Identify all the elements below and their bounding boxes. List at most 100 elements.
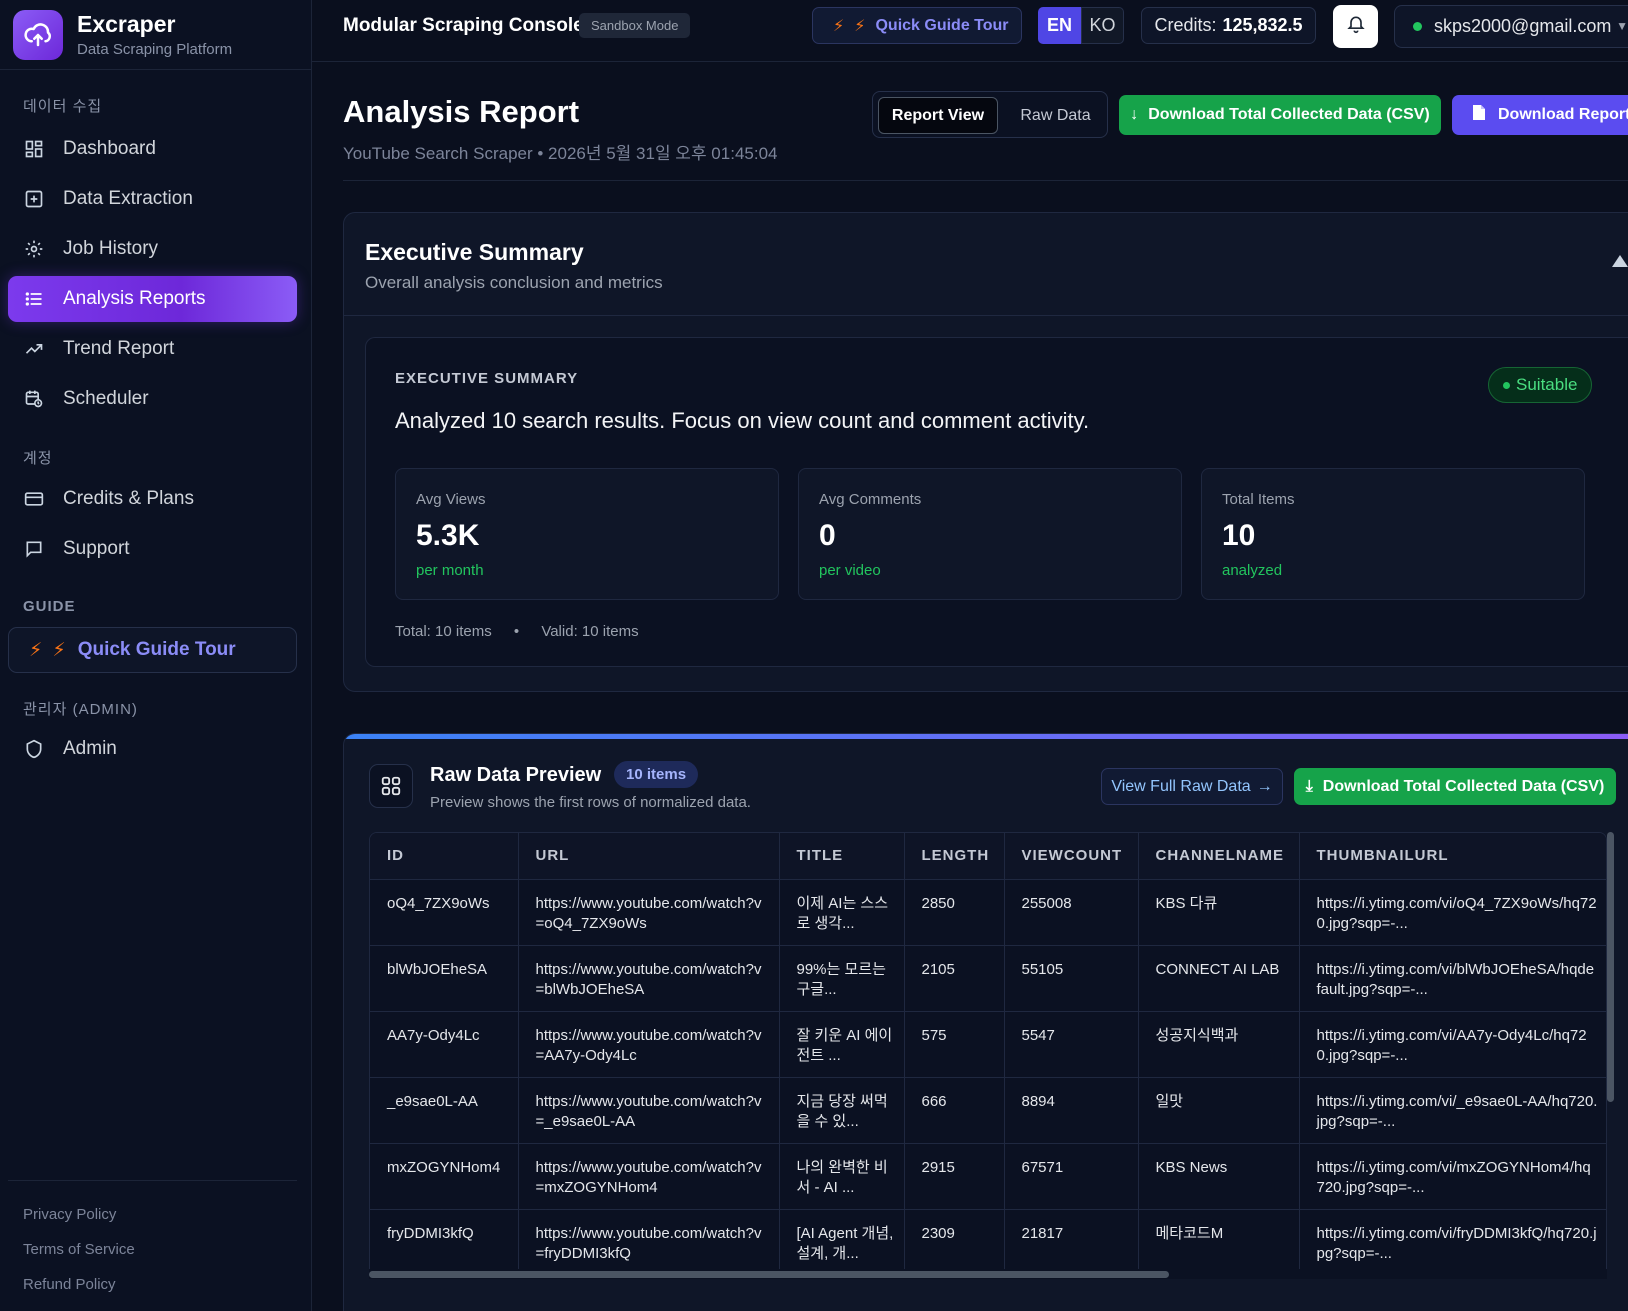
cell-length: 2309	[904, 1209, 1005, 1276]
cell-thumbnailurl[interactable]: https://i.ytimg.com/vi/oQ4_7ZX9oWs/hq720…	[1299, 879, 1606, 946]
section-label-data: 데이터 수집	[23, 98, 103, 115]
lang-en-button[interactable]: EN	[1038, 7, 1081, 44]
cell-title: 나의 완벽한 비서 - AI ...	[779, 1143, 905, 1210]
collapse-icon[interactable]	[1612, 255, 1628, 267]
cell-id: oQ4_7ZX9oWs	[370, 879, 519, 946]
report-view-tab[interactable]: Report View	[878, 97, 998, 134]
raw-download-csv-button[interactable]: ⤓ Download Total Collected Data (CSV)	[1294, 768, 1616, 805]
lang-ko-button[interactable]: KO	[1081, 7, 1124, 44]
sidebar-item-support[interactable]: Support	[8, 526, 297, 572]
cell-id: AA7y-Ody4Lc	[370, 1011, 519, 1078]
table-row: mxZOGYNHom4 https://www.youtube.com/watc…	[370, 1143, 1606, 1210]
cell-url[interactable]: https://www.youtube.com/watch?v=AA7y-Ody…	[518, 1011, 780, 1078]
summary-footer: Total: 10 items • Valid: 10 items	[395, 623, 639, 640]
cell-url[interactable]: https://www.youtube.com/watch?v=_e9sae0L…	[518, 1077, 780, 1144]
cell-channelname: KBS 다큐	[1138, 879, 1300, 946]
executive-summary-label: EXECUTIVE SUMMARY	[395, 370, 579, 387]
download-csv-label: Download Total Collected Data (CSV)	[1148, 106, 1430, 123]
online-status-dot	[1413, 22, 1422, 31]
status-badge-label: Suitable	[1516, 375, 1578, 394]
sidebar-item-dashboard[interactable]: Dashboard	[8, 126, 297, 172]
view-full-label: View Full Raw Data	[1111, 777, 1251, 795]
download-icon: ⤓	[1305, 777, 1313, 795]
cell-length: 2850	[904, 879, 1005, 946]
sidebar-quick-guide-button[interactable]: ⚡︎ ⚡︎ Quick Guide Tour	[8, 627, 297, 673]
cell-thumbnailurl[interactable]: https://i.ytimg.com/vi/_e9sae0L-AA/hq720…	[1299, 1077, 1606, 1144]
column-header-thumbnailurl[interactable]: THUMBNAILURL	[1299, 833, 1606, 880]
cell-title: [AI Agent 개념, 설계, 개...	[779, 1209, 905, 1276]
sidebar-item-label: Support	[63, 538, 130, 559]
vertical-scrollbar[interactable]	[1607, 832, 1614, 1102]
cell-id: blWbJOEheSA	[370, 945, 519, 1012]
sidebar-item-analysis-reports[interactable]: Analysis Reports	[8, 276, 297, 322]
page-subtitle: YouTube Search Scraper • 2026년 5월 31일 오후…	[343, 144, 778, 163]
notification-button[interactable]	[1333, 5, 1378, 48]
cell-channelname: KBS News	[1138, 1143, 1300, 1210]
cell-url[interactable]: https://www.youtube.com/watch?v=oQ4_7ZX9…	[518, 879, 780, 946]
sidebar-item-job-history[interactable]: Job History	[8, 226, 297, 272]
cell-thumbnailurl[interactable]: https://i.ytimg.com/vi/fryDDMI3kfQ/hq720…	[1299, 1209, 1606, 1276]
section-label-admin: 관리자 (ADMIN)	[23, 701, 138, 718]
cell-viewcount: 255008	[1004, 879, 1139, 946]
column-header-viewcount[interactable]: VIEWCOUNT	[1004, 833, 1139, 880]
cell-url[interactable]: https://www.youtube.com/watch?v=blWbJOEh…	[518, 945, 780, 1012]
column-header-url[interactable]: URL	[518, 833, 780, 880]
table-row: _e9sae0L-AA https://www.youtube.com/watc…	[370, 1077, 1606, 1144]
privacy-policy-link[interactable]: Privacy Policy	[23, 1206, 116, 1223]
document-icon	[1472, 104, 1486, 126]
terms-of-service-link[interactable]: Terms of Service	[23, 1241, 135, 1258]
column-header-channelname[interactable]: CHANNELNAME	[1138, 833, 1300, 880]
table-row: blWbJOEheSA https://www.youtube.com/watc…	[370, 945, 1606, 1012]
table-row: AA7y-Ody4Lc https://www.youtube.com/watc…	[370, 1011, 1606, 1078]
list-icon	[23, 288, 45, 310]
horizontal-scroll-thumb[interactable]	[369, 1271, 1169, 1278]
header-quick-guide-button[interactable]: ⚡︎ ⚡︎ Quick Guide Tour	[812, 7, 1022, 44]
valid-count: Valid: 10 items	[541, 623, 639, 640]
credits-value: 125,832.5	[1222, 15, 1303, 35]
section-label-account: 계정	[23, 450, 53, 467]
executive-summary-subtitle: Overall analysis conclusion and metrics	[365, 273, 663, 292]
column-header-id[interactable]: ID	[370, 833, 519, 880]
sidebar-item-label: Credits & Plans	[63, 488, 194, 509]
lightning-icon: ⚡︎	[854, 17, 866, 35]
sidebar-item-credits[interactable]: Credits & Plans	[8, 476, 297, 522]
cell-viewcount: 8894	[1004, 1077, 1139, 1144]
sidebar-item-scheduler[interactable]: Scheduler	[8, 376, 297, 422]
raw-data-tab[interactable]: Raw Data	[1008, 97, 1103, 134]
raw-data-preview-card: Raw Data Preview 10 items Preview shows …	[343, 733, 1628, 1311]
sidebar: Excraper Data Scraping Platform 데이터 수집 D…	[0, 0, 312, 1311]
sidebar-item-data-extraction[interactable]: Data Extraction	[8, 176, 297, 222]
metric-unit: per month	[416, 562, 484, 579]
topbar: Modular Scraping Console Sandbox Mode ⚡︎…	[312, 0, 1628, 62]
brand[interactable]: Excraper Data Scraping Platform	[0, 0, 311, 70]
section-divider	[344, 315, 1628, 316]
horizontal-scrollbar[interactable]	[369, 1269, 1607, 1279]
cell-thumbnailurl[interactable]: https://i.ytimg.com/vi/mxZOGYNHom4/hq720…	[1299, 1143, 1606, 1210]
cell-channelname: CONNECT AI LAB	[1138, 945, 1300, 1012]
sidebar-item-admin[interactable]: Admin	[8, 726, 297, 772]
cell-url[interactable]: https://www.youtube.com/watch?v=fryDDMI3…	[518, 1209, 780, 1276]
total-count: Total: 10 items	[395, 623, 492, 640]
metric-unit: per video	[819, 562, 881, 579]
cell-id: mxZOGYNHom4	[370, 1143, 519, 1210]
raw-data-table-container[interactable]: ID URL TITLE LENGTH VIEWCOUNT CHANNELNAM…	[369, 832, 1607, 1279]
download-report-button[interactable]: Download Report	[1452, 95, 1628, 135]
view-full-raw-data-button[interactable]: View Full Raw Data →	[1101, 768, 1283, 805]
column-header-length[interactable]: LENGTH	[904, 833, 1005, 880]
table-row: fryDDMI3kfQ https://www.youtube.com/watc…	[370, 1209, 1606, 1276]
lightning-icon: ⚡︎	[833, 17, 845, 35]
sidebar-item-trend-report[interactable]: Trend Report	[8, 326, 297, 372]
refund-policy-link[interactable]: Refund Policy	[23, 1276, 116, 1293]
cell-thumbnailurl[interactable]: https://i.ytimg.com/vi/AA7y-Ody4Lc/hq720…	[1299, 1011, 1606, 1078]
raw-download-csv-label: Download Total Collected Data (CSV)	[1322, 777, 1605, 795]
plus-square-icon	[23, 188, 45, 210]
metric-total-items: Total Items 10 analyzed	[1201, 468, 1585, 600]
cell-url[interactable]: https://www.youtube.com/watch?v=mxZOGYNH…	[518, 1143, 780, 1210]
user-menu[interactable]: skps2000@gmail.com ▼	[1394, 5, 1628, 48]
credits-display: Credits: 125,832.5	[1141, 7, 1316, 44]
cell-thumbnailurl[interactable]: https://i.ytimg.com/vi/blWbJOEheSA/hqdef…	[1299, 945, 1606, 1012]
download-csv-button[interactable]: ↓ Download Total Collected Data (CSV)	[1119, 95, 1441, 135]
sidebar-item-label: Dashboard	[63, 138, 156, 159]
item-count-badge: 10 items	[614, 761, 699, 788]
column-header-title[interactable]: TITLE	[779, 833, 905, 880]
